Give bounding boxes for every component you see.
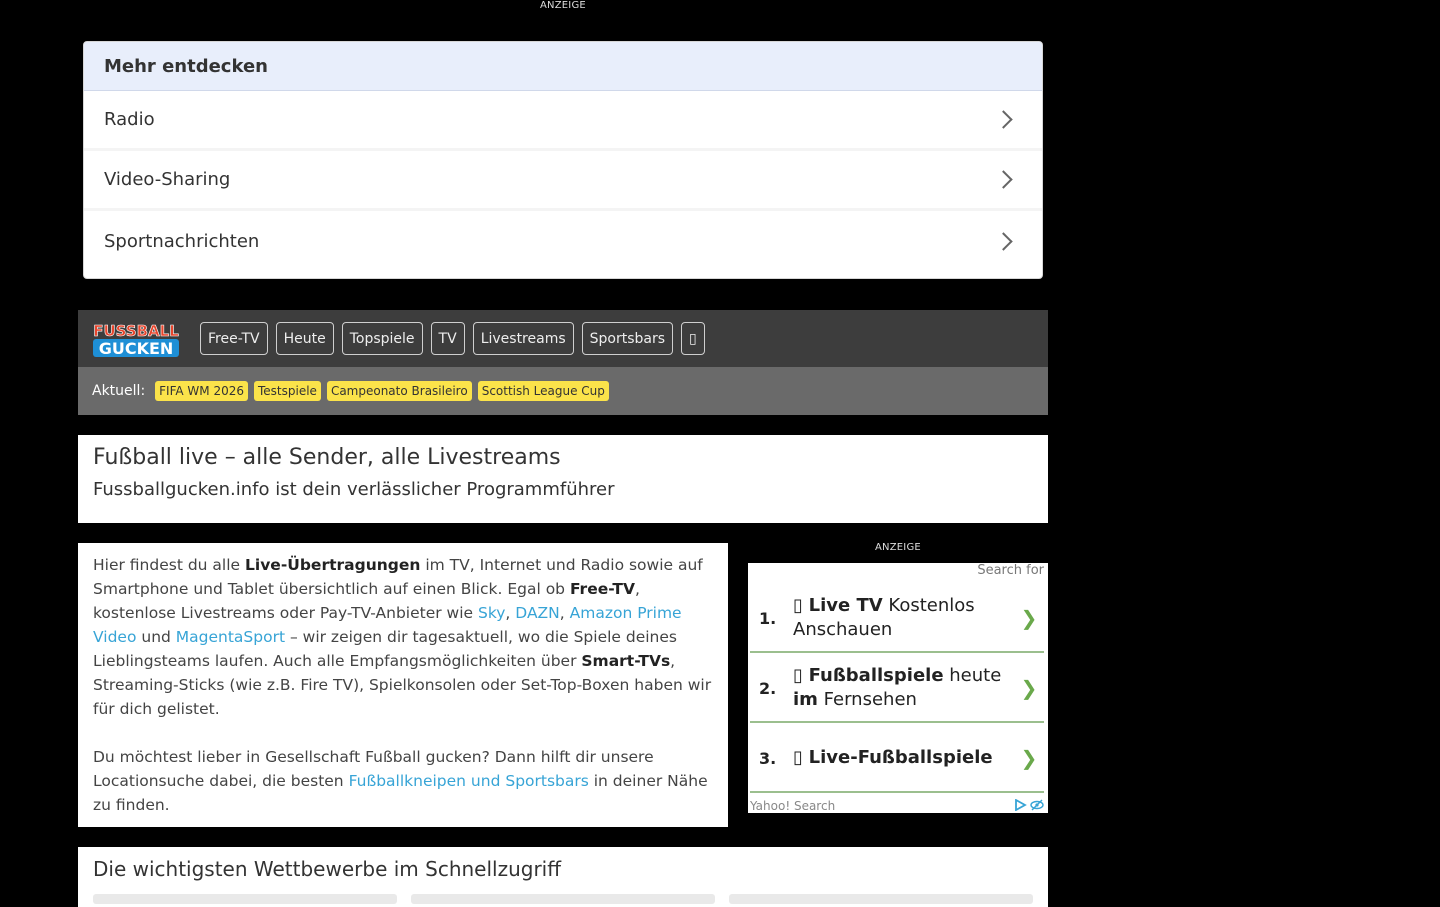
hero-section: Fußball live – alle Sender, alle Livestr… — [78, 435, 1048, 523]
link-sportsbars[interactable]: Fußballkneipen und Sportsbars — [349, 772, 589, 790]
eye-hidden-icon — [1030, 799, 1044, 811]
chevron-right-icon — [994, 110, 1013, 129]
tag-fifa-wm-2026[interactable]: FIFA WM 2026 — [155, 381, 248, 401]
competitions-section: Die wichtigsten Wettbewerbe im Schnellzu… — [78, 847, 1048, 907]
arrow-right-icon: ❯ — [1020, 676, 1038, 700]
nav-free-tv[interactable]: Free-TV — [200, 322, 268, 355]
svg-text:FUSSBALL: FUSSBALL — [93, 322, 179, 340]
discover-item-video-sharing[interactable]: Video-Sharing — [84, 151, 1042, 211]
intro-paragraph-2: Du möchtest lieber in Gesellschaft Fußba… — [93, 748, 708, 814]
discover-item-label: Radio — [104, 109, 155, 130]
discover-item-sportnachrichten[interactable]: Sportnachrichten — [84, 211, 1042, 271]
yahoo-footer: Yahoo! Search — [750, 799, 836, 813]
page-subtitle: Fussballgucken.info ist dein verlässlich… — [93, 479, 615, 500]
arrow-right-icon: ❯ — [1020, 606, 1038, 630]
tag-scottish-league-cup[interactable]: Scottish League Cup — [477, 381, 609, 401]
link-magentasport[interactable]: MagentaSport — [176, 628, 285, 646]
ad-label-side: ANZEIGE — [875, 542, 921, 553]
ad-label-top: ANZEIGE — [540, 0, 586, 11]
discover-item-radio[interactable]: Radio — [84, 91, 1042, 151]
ad-result-1[interactable]: 1. ▯ Live TV Kostenlos Anschauen ❯ — [750, 585, 1044, 653]
result-text: ▯ Live TV Kostenlos Anschauen — [793, 595, 975, 640]
discover-panel: Mehr entdecken Radio Video-Sharing Sport… — [83, 41, 1043, 279]
page-title: Fußball live – alle Sender, alle Livestr… — [93, 445, 561, 470]
discover-title: Mehr entdecken — [84, 42, 1042, 91]
nav-tv[interactable]: TV — [430, 322, 465, 355]
result-text: ▯ Fußballspiele heute im Fernsehen — [793, 665, 1002, 710]
link-dazn[interactable]: DAZN — [515, 604, 559, 622]
discover-item-label: Sportnachrichten — [104, 230, 260, 252]
tag-campeonato-brasileiro[interactable]: Campeonato Brasileiro — [326, 381, 472, 401]
current-topics-bar: Aktuell: FIFA WM 2026 Testspiele Campeon… — [78, 367, 1048, 415]
logo-graphic: FUSSBALL GUCKEN — [93, 321, 180, 357]
ad-result-3[interactable]: 3. ▯ Live-Fußballspiele ❯ — [750, 725, 1044, 793]
chevron-right-icon — [994, 231, 1013, 251]
site-logo[interactable]: FUSSBALL GUCKEN — [90, 321, 182, 357]
result-number: 1. — [759, 608, 777, 628]
current-label: Aktuell: — [92, 383, 146, 399]
nav-livestreams[interactable]: Livestreams — [472, 322, 574, 355]
discover-item-label: Video-Sharing — [104, 169, 231, 190]
competition-tile[interactable] — [93, 894, 397, 904]
play-triangle-icon — [1015, 799, 1027, 811]
intro-paragraph-1: Hier findest du alle Live-Übertragungen … — [93, 556, 712, 718]
search-for-label: Search for — [977, 563, 1044, 578]
nav-search-icon[interactable]: ▯ — [681, 322, 705, 355]
main-navbar: FUSSBALL GUCKEN Free-TV Heute Topspiele … — [78, 310, 1048, 367]
competition-tile[interactable] — [729, 894, 1033, 904]
link-sky[interactable]: Sky — [478, 604, 505, 622]
result-number: 2. — [759, 678, 777, 698]
result-text: ▯ Live-Fußballspiele — [793, 747, 993, 768]
arrow-right-icon: ❯ — [1020, 746, 1038, 770]
nav-sportsbars[interactable]: Sportsbars — [581, 322, 674, 355]
nav-heute[interactable]: Heute — [275, 322, 334, 355]
chevron-right-icon — [994, 170, 1013, 189]
svg-text:GUCKEN: GUCKEN — [99, 339, 174, 357]
competitions-title: Die wichtigsten Wettbewerbe im Schnellzu… — [93, 857, 562, 881]
ad-result-2[interactable]: 2. ▯ Fußballspiele heute im Fernsehen ❯ — [750, 655, 1044, 723]
result-number: 3. — [759, 748, 777, 768]
tag-testspiele[interactable]: Testspiele — [254, 381, 321, 401]
intro-text: Hier findest du alle Live-Übertragungen … — [78, 543, 728, 827]
nav-topspiele[interactable]: Topspiele — [341, 322, 423, 355]
competition-tile[interactable] — [411, 894, 715, 904]
yahoo-search-ad: Search for 1. ▯ Live TV Kostenlos Anscha… — [748, 563, 1048, 813]
adchoices-icon[interactable] — [1013, 799, 1044, 811]
